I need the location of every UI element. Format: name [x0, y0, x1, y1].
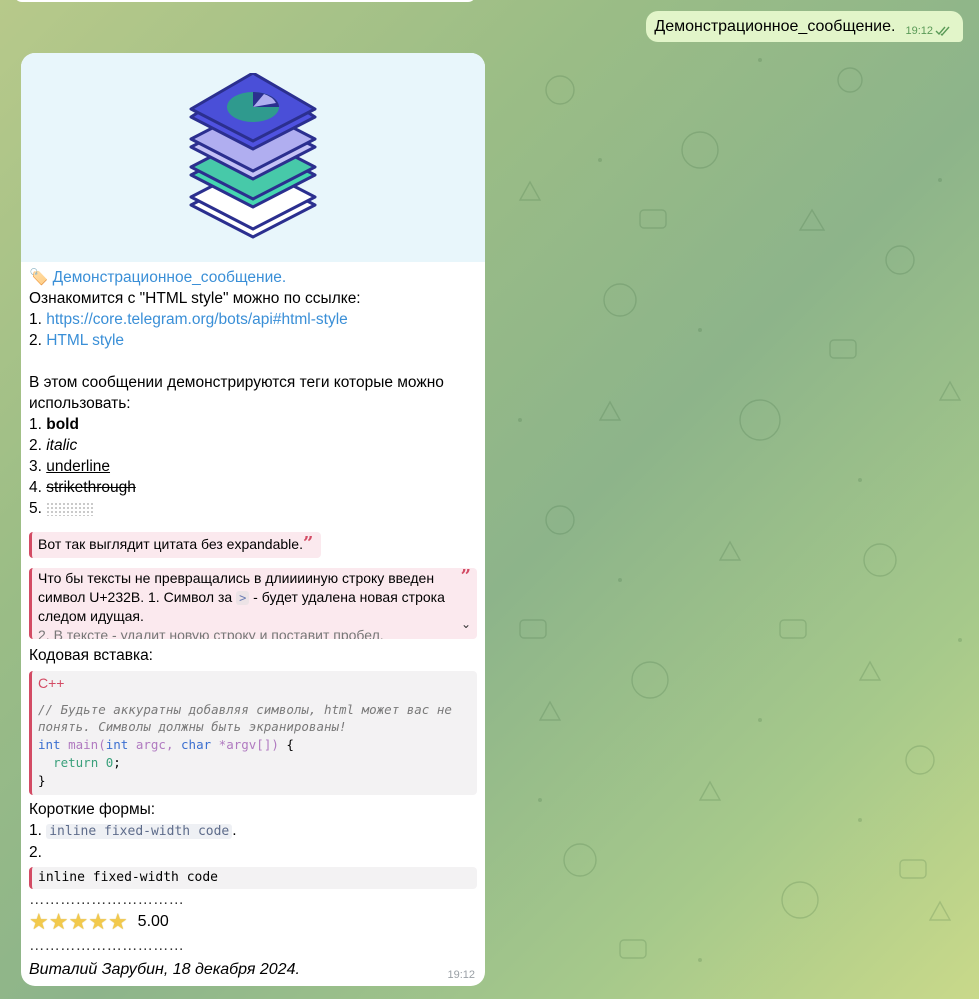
telegram-api-link[interactable]: https://core.telegram.org/bots/api#html-… [46, 311, 348, 328]
short-item-number: 1. [29, 822, 47, 840]
star-icon: ★ [48, 909, 69, 935]
preformatted-block[interactable]: inline fixed-width code [29, 867, 477, 890]
tag-number: 5. [29, 500, 47, 517]
tag-number: 3. [29, 458, 47, 475]
blockquote-text: Вот так выглядит цитата без expandable. [38, 536, 303, 552]
quote-mark-icon: ” [460, 568, 471, 587]
outgoing-message-time: 19:12 [905, 25, 933, 37]
short-item-tail: . [232, 822, 237, 840]
short-item-2: 2. [29, 842, 477, 863]
strikethrough-text: strikethrough [46, 479, 136, 496]
message-time: 19:12 [447, 969, 475, 981]
tags-intro-text: В этом сообщении демонстрируются теги ко… [29, 374, 444, 412]
outgoing-message-text: Демонстрационное_сообщение. [654, 17, 896, 35]
inline-symbol-code: > [236, 590, 250, 605]
code-heading: Кодовая вставка: [29, 647, 153, 664]
bold-text: bold [46, 416, 79, 433]
link-item-number: 2. [29, 332, 47, 349]
quote-mark-icon: ” [302, 533, 314, 554]
code-block[interactable]: C++ // Будьте аккуратны добавляя символы… [29, 671, 477, 796]
link-preview-image[interactable] [21, 53, 485, 262]
tag-number: 4. [29, 479, 47, 496]
spoiler-text[interactable] [46, 501, 95, 516]
link-item-1: 1. https://core.telegram.org/bots/api#ht… [29, 309, 477, 330]
previous-message-edge [14, 0, 476, 2]
read-checkmarks-icon [935, 26, 950, 36]
signature: Виталий Зарубин, 18 декабря 2024. [29, 961, 300, 979]
dots-separator-bottom: ………………………… [29, 937, 184, 955]
intro-text: Ознакомится с "HTML style" можно по ссыл… [29, 290, 361, 307]
rating-row: ★ ★ ★ ★ ★ 5.00 [29, 909, 477, 935]
outgoing-message-bubble[interactable]: Демонстрационное_сообщение. 19:12 [646, 11, 963, 42]
short-item-number: 2. [29, 844, 42, 862]
code-line-2: return 0; [53, 754, 121, 770]
blockquote-simple: Вот так выглядит цитата без expandable.” [29, 532, 322, 558]
link-item-2: 2. HTML style [29, 330, 477, 351]
blockquote-expandable[interactable]: ” Что бы тексты не превращались в длииии… [29, 568, 477, 639]
outgoing-message-meta: 19:12 [905, 25, 951, 37]
code-line-1: int main(int argc, char *argv[]) { [38, 737, 294, 753]
code-keyword: char [181, 737, 212, 753]
tag-item-spoiler: 5. [29, 498, 477, 519]
chevron-down-icon[interactable]: ⌄ [461, 615, 471, 634]
message-content: 🏷️ Демонстрационное_сообщение. Ознакомит… [21, 262, 485, 980]
code-line-3: } [38, 772, 46, 788]
code-comment: // Будьте аккуратны добавляя символы, ht… [38, 701, 452, 735]
tag-item-underline: 3. underline [29, 456, 477, 477]
message-title-line: 🏷️ Демонстрационное_сообщение. [29, 267, 477, 288]
tag-emoji-icon: 🏷️ [29, 269, 49, 286]
link-item-number: 1. [29, 311, 47, 328]
code-function: main [68, 737, 99, 753]
star-icon: ★ [29, 909, 49, 935]
layers-logo-icon [189, 73, 317, 239]
tag-number: 1. [29, 416, 47, 433]
tag-item-bold: 1. bold [29, 414, 477, 435]
short-item-1: 1. inline fixed-width code. [29, 820, 477, 842]
code-language-label: C++ [38, 675, 65, 691]
code-arg: *argv[] [218, 737, 272, 753]
dots-separator-top: ………………………… [29, 891, 184, 909]
tag-item-strikethrough: 4. strikethrough [29, 477, 477, 498]
italic-text: italic [46, 437, 78, 454]
short-forms-heading: Короткие формы: [29, 801, 156, 819]
tag-number: 2. [29, 437, 47, 454]
star-icon: ★ [88, 909, 108, 935]
expandable-quote-faded-text: 2. В тексте - удалит новую строку и пост… [38, 626, 384, 640]
inline-code[interactable]: inline fixed-width code [46, 824, 233, 840]
star-icon: ★ [107, 909, 128, 935]
code-keyword: int [38, 737, 61, 753]
code-arg: argc [135, 737, 166, 753]
code-keyword: int [105, 737, 129, 753]
star-icon: ★ [68, 909, 89, 935]
title-link[interactable]: Демонстрационное_сообщение. [53, 269, 287, 286]
underline-text: underline [46, 458, 111, 475]
code-keyword: return [53, 754, 99, 770]
incoming-message-bubble[interactable]: 🏷️ Демонстрационное_сообщение. Ознакомит… [21, 53, 485, 986]
code-number: 0 [105, 754, 114, 770]
html-style-link[interactable]: HTML style [46, 332, 124, 349]
rating-value: 5.00 [137, 913, 169, 931]
tag-item-italic: 2. italic [29, 435, 477, 456]
